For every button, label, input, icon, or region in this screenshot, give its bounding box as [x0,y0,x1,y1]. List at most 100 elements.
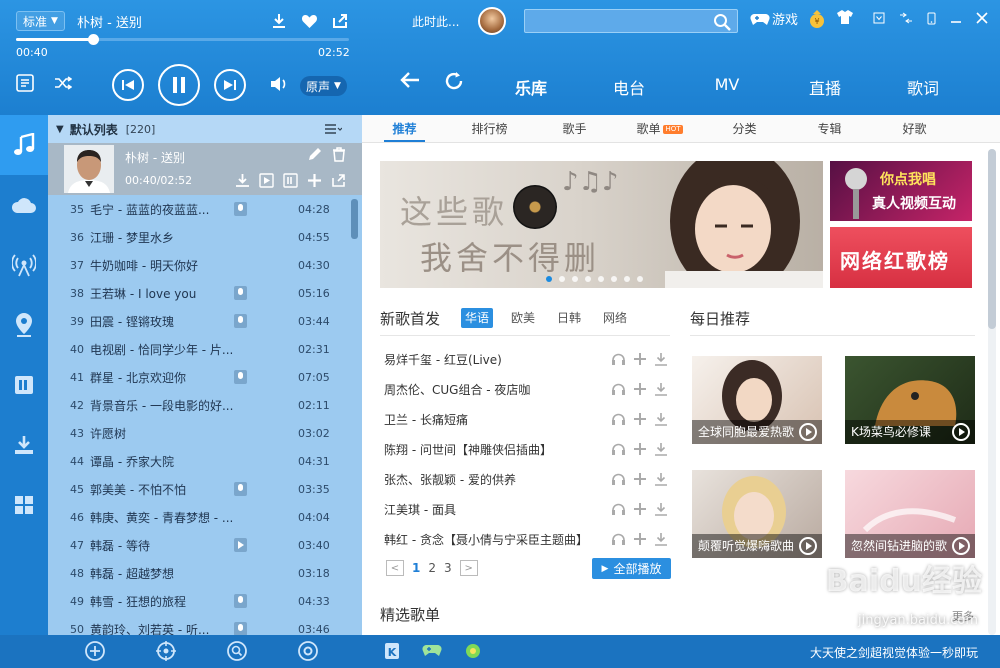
subtab-categories[interactable]: 分类 [702,115,787,142]
karaoke-mic-icon[interactable] [234,594,247,608]
mv-icon[interactable] [259,173,274,188]
playlist-row[interactable]: 48 韩磊 - 超越梦想 03:18 [48,559,362,587]
playlist-row[interactable]: 41 群星 - 北京欢迎你 07:05 [48,363,362,391]
collapse-triangle-icon[interactable]: ▼ [56,124,64,135]
refresh-icon[interactable] [444,71,464,91]
next-button[interactable] [214,69,246,101]
headphones-icon[interactable] [611,532,626,546]
sidebar-item-location[interactable] [0,295,48,355]
playlist-row[interactable]: 50 黄韵玲、刘若英 - 听... 03:46 [48,615,362,635]
ad-network-chart[interactable]: 网络红歌榜 [830,227,972,288]
minimize-icon[interactable] [950,12,962,25]
tab-lyrics[interactable]: 歌词 [874,75,972,99]
daily-tile-1[interactable]: 全球同胞最爱热歌 [692,356,822,444]
download-icon[interactable] [654,532,668,546]
tab-chinese[interactable]: 华语 [461,308,494,328]
subtab-good-songs[interactable]: 好歌 [872,115,957,142]
sidebar-item-apps[interactable] [0,475,48,535]
new-song-item[interactable]: 周杰伦、CUG组合 - 夜店咖 [384,374,668,404]
phone-icon[interactable] [927,12,936,25]
page-3[interactable]: 3 [444,561,452,575]
headphones-icon[interactable] [611,352,626,366]
download-icon[interactable] [654,472,668,486]
search-input[interactable] [524,9,738,33]
pause-button[interactable] [158,64,200,106]
download-icon[interactable] [235,173,250,188]
add-icon[interactable] [633,502,647,516]
karaoke-mic-icon[interactable] [234,202,247,216]
tab-internet[interactable]: 网络 [599,308,631,328]
share-icon[interactable] [332,13,348,29]
progress-bar[interactable] [16,34,349,45]
carousel-dot[interactable] [637,276,643,282]
playlist-row[interactable]: 42 背景音乐 - 一段电影的好... 02:11 [48,391,362,419]
tab-jpkr[interactable]: 日韩 [553,308,585,328]
play-circle-icon[interactable] [952,537,970,555]
sidebar-item-download[interactable] [0,415,48,475]
tab-radio[interactable]: 电台 [580,75,678,99]
karaoke-mic-icon[interactable] [234,482,247,496]
ad-video-karaoke[interactable]: 你点我唱 真人视频互动 [830,161,972,221]
play-circle-icon[interactable] [952,423,970,441]
library-icon[interactable] [283,173,298,188]
close-icon[interactable] [976,12,988,25]
headphones-icon[interactable] [611,412,626,426]
volume-icon[interactable] [270,76,288,92]
carousel-dot[interactable] [572,276,578,282]
download-icon[interactable] [654,442,668,456]
scrollbar-thumb[interactable] [988,149,996,329]
karaoke-mic-icon[interactable] [234,286,247,300]
subtab-recommend[interactable]: 推荐 [362,115,447,142]
subtab-albums[interactable]: 专辑 [787,115,872,142]
new-song-item[interactable]: 陈翔 - 问世间【神雕侠侣插曲】 [384,434,668,464]
current-song-row[interactable]: 朴树 - 送别 00:40/02:52 [48,143,362,195]
download-icon[interactable] [654,382,668,396]
download-icon[interactable] [654,502,668,516]
playlist-row[interactable]: 35 毛宁 - 蓝蓝的夜蓝蓝... 04:28 [48,195,362,223]
new-song-item[interactable]: 韩红 - 贪念【聂小倩与宁采臣主题曲】 [384,524,668,554]
original-voice-dropdown[interactable]: 原声 ▼ [300,76,347,96]
tab-live[interactable]: 直播 [776,75,874,99]
subtab-playlists[interactable]: 歌单 HOT [617,115,702,142]
new-song-item[interactable]: 江美琪 - 面具 [384,494,668,524]
playlist-row[interactable]: 44 谭晶 - 乔家大院 04:31 [48,447,362,475]
tab-mv[interactable]: MV [678,75,776,99]
mini-mode-icon[interactable] [899,12,913,25]
playlist-header[interactable]: ▼ 默认列表 [220] [48,115,362,143]
search-icon[interactable] [226,640,248,662]
user-avatar[interactable] [478,7,506,35]
banner-carousel[interactable]: 这些歌 ♪♫♪ 我舍不得删 [380,161,823,288]
prev-page-button[interactable]: < [386,560,404,576]
play-circle-icon[interactable] [799,423,817,441]
tab-western[interactable]: 欧美 [507,308,539,328]
edit-icon[interactable] [307,147,322,162]
daily-tile-2[interactable]: K场菜鸟必修课 [845,356,975,444]
playlist-scrollbar[interactable] [351,199,358,239]
carousel-dot[interactable] [546,276,552,282]
wallet-icon[interactable]: ¥ [808,9,826,29]
next-page-button[interactable]: > [459,560,478,576]
lyrics-icon[interactable] [16,74,34,92]
playlist-row[interactable]: 39 田震 - 铿锵玫瑰 03:44 [48,307,362,335]
ad-slogan[interactable]: 大天使之剑超视觉体验一秒即玩 [810,644,978,661]
download-icon[interactable] [654,412,668,426]
carousel-dot[interactable] [624,276,630,282]
sidebar-item-cloud[interactable] [0,175,48,235]
shuffle-icon[interactable] [54,76,72,90]
new-song-item[interactable]: 张杰、张靓颖 - 爱的供养 [384,464,668,494]
add-icon[interactable] [633,382,647,396]
quality-selector[interactable]: 标准 ▼ [16,11,65,31]
list-menu-icon[interactable] [324,124,342,134]
add-icon[interactable] [633,532,647,546]
username[interactable]: 此时此... [412,13,459,30]
gem-icon[interactable] [464,642,482,660]
new-song-item[interactable]: 卫兰 - 长痛短痛 [384,404,668,434]
carousel-dot[interactable] [611,276,617,282]
subtab-charts[interactable]: 排行榜 [447,115,532,142]
download-icon[interactable] [654,352,668,366]
add-icon[interactable] [633,442,647,456]
previous-button[interactable] [112,69,144,101]
sidebar-item-radio[interactable] [0,235,48,295]
mv-icon[interactable] [234,538,247,552]
tab-library[interactable]: 乐库 [482,75,580,99]
